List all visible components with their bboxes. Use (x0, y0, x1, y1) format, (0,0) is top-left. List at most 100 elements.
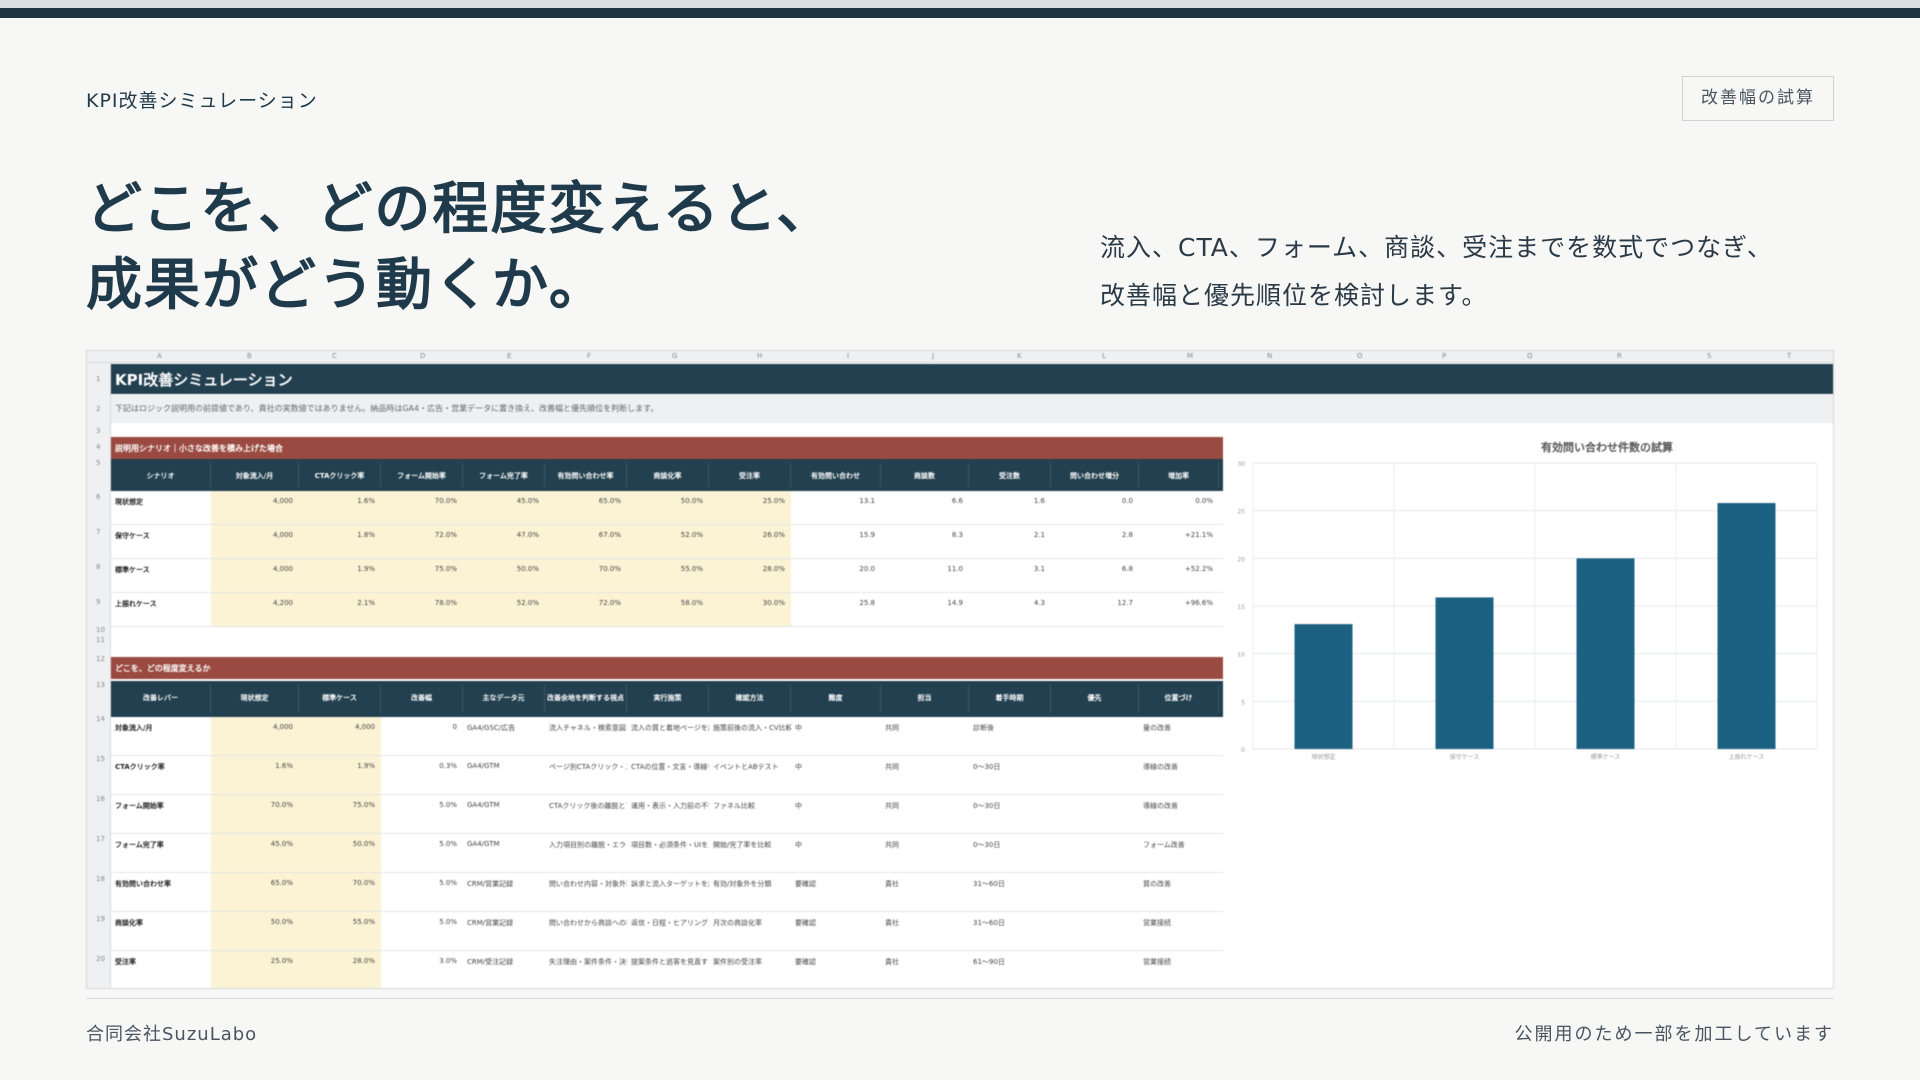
column-label: L (1102, 352, 1106, 360)
lever-row-line (111, 911, 1223, 912)
lever-cell: 0 (452, 723, 457, 731)
row-label: 19 (96, 915, 105, 923)
lever-cell: 0〜30日 (973, 763, 1001, 771)
lever-cell: GA4/GSC/広告 (467, 724, 516, 732)
scenario-header-cell: 受注率 (709, 463, 791, 487)
chart-y-tick-label: 25 (1237, 509, 1245, 516)
row-label: 8 (96, 563, 101, 571)
lever-cell: 流入の質と着地ページを調整 (631, 724, 709, 732)
scenario-header-cell: 増加率 (1139, 463, 1219, 487)
scenario-cell: 28.0% (762, 565, 785, 573)
lever-cell: 問い合わせ内容・対象外理由 (549, 880, 627, 888)
scenario-cell: 2.1 (1033, 531, 1045, 539)
scenario-header-cell: 問い合わせ増分 (1051, 463, 1139, 487)
scenario-cell: 72.0% (434, 531, 457, 539)
lever-cell: 対象流入/月 (115, 724, 153, 732)
lever-cell: 共同 (885, 763, 899, 771)
chart-x-tick-label: 上振れケース (1729, 753, 1765, 761)
column-label: E (507, 352, 512, 360)
lever-header-cell: 主なデータ元 (463, 685, 545, 713)
footer-divider (86, 998, 1834, 999)
spreadsheet-screenshot: ABCDEFGHIJKLMNOPQRST 1 2 3 4 5 6 7 8 9 10 11 12 13 14… (86, 350, 1834, 989)
scenario-cell: 52.0% (516, 599, 539, 607)
lever-cell: CRM/受注記録 (467, 958, 514, 966)
lever-cell: GA4/GTM (467, 801, 500, 809)
lever-cell: 0.3% (439, 762, 457, 770)
scenario-cell: 15.9 (859, 531, 875, 539)
row-label: 17 (96, 835, 105, 843)
lever-header-cell: 実行施策 (627, 685, 709, 713)
lever-cell: 50.0% (270, 918, 293, 926)
scenario-cell: 50.0% (680, 497, 703, 505)
chart-bar (1576, 558, 1635, 749)
disclaimer: 公開用のため一部を加工しています (1514, 1024, 1834, 1045)
scenario-cell: +21.1% (1184, 531, 1213, 539)
chart-x-tick-label: 保守ケース (1450, 753, 1480, 761)
chart-bar (1435, 597, 1494, 749)
scenario-cell: 50.0% (516, 565, 539, 573)
scenario-header-cell: シナリオ (111, 463, 211, 487)
lever-cell: 5.0% (439, 801, 457, 809)
lever-cell: フォーム開始率 (115, 802, 164, 810)
column-label: N (1267, 352, 1273, 360)
scenario-cell: 4,000 (272, 497, 293, 505)
row-label: 13 (96, 681, 105, 689)
lever-cell: 共同 (885, 802, 899, 810)
lever-cell: 受注率 (115, 958, 136, 966)
sheet-title-bar (111, 364, 1833, 394)
scenario-cell: 70.0% (598, 565, 621, 573)
scenario-header-cell: CTAクリック率 (299, 463, 381, 487)
row-label: 15 (96, 755, 105, 763)
lever-cell: 案件別の受注率 (713, 958, 762, 966)
scenario-cell: 30.0% (762, 599, 785, 607)
column-label: F (587, 352, 592, 360)
lever-cell: 0〜30日 (973, 802, 1001, 810)
lever-cell: イベントとABテスト (713, 763, 779, 771)
lever-header-row: 改善レバー 現状想定 標準ケース 改善幅 主なデータ元 改善余地を判断する視点 実行施策 確認… (111, 681, 1223, 717)
lever-cell: 70.0% (270, 801, 293, 809)
lever-cell: CTAクリック率 (115, 763, 165, 771)
lever-cell: 要確認 (795, 958, 816, 966)
scenario-cell: 78.0% (434, 599, 457, 607)
lead-line-1: 流入、CTA、フォーム、商談、受注までを数式でつなぎ、 (1100, 233, 1773, 262)
lever-cell: 有効/対象外を分類 (713, 880, 772, 888)
row-label: 18 (96, 875, 105, 883)
lever-header-cell: 位置づけ (1139, 685, 1219, 713)
eyebrow-label: KPI改善シミュレーション (86, 90, 318, 112)
lever-cell: 3.0% (439, 957, 457, 965)
scenario-cell: 4,000 (272, 565, 293, 573)
chart-y-tick-label: 30 (1237, 461, 1245, 468)
lead-text: 流入、CTA、フォーム、商談、受注までを数式でつなぎ、 改善幅と優先順位を検討し… (1100, 224, 1773, 320)
column-header-bar: A B C D E F G H I J K L M N O P Q R S T (87, 351, 1833, 363)
scenario-cell: 3.1 (1033, 565, 1045, 573)
row-label: 10 (96, 626, 105, 634)
lever-cell: 4,000 (354, 723, 375, 731)
scenario-cell: 12.7 (1117, 599, 1133, 607)
lever-cell: 開始/完了率を比較 (713, 841, 772, 849)
lever-cell: 提案条件と追客を見直す (631, 958, 708, 966)
lever-header-cell: 標準ケース (299, 685, 381, 713)
scenario-cell: 55.0% (680, 565, 703, 573)
lever-row-line (111, 833, 1223, 834)
lever-cell: CTAの位置・文言・導線を再検証 (631, 763, 709, 771)
row-label: 12 (96, 655, 105, 663)
lever-cell: 訴求と流入ターゲットを調整 (631, 880, 709, 888)
chart-y-tick-label: 15 (1237, 604, 1245, 611)
scenario-header-cell: 対象流入/月 (211, 463, 299, 487)
row-label: 20 (96, 955, 105, 963)
chart-x-tick-label: 標準ケース (1591, 753, 1621, 761)
lever-cell: 中 (795, 841, 802, 849)
lever-cell: 貴社 (885, 880, 899, 888)
scenario-cell: 6.8 (1121, 565, 1133, 573)
scenario-header-row: シナリオ 対象流入/月 CTAクリック率 フォーム開始率 フォーム完了率 有効問い合わせ率… (111, 459, 1223, 491)
lever-cell: 問い合わせから商談への移行理由 (549, 919, 627, 927)
lever-cell: 70.0% (352, 879, 375, 887)
scenario-header-cell: 商談数 (881, 463, 969, 487)
lever-cell: 25.0% (270, 957, 293, 965)
scenario-cell: 0.0 (1121, 497, 1133, 505)
row-label: 4 (96, 443, 101, 451)
scenario-cell: 20.0 (859, 565, 875, 573)
lever-cell: 共同 (885, 724, 899, 732)
scenario-cell: 58.0% (680, 599, 703, 607)
column-label: I (847, 352, 850, 360)
